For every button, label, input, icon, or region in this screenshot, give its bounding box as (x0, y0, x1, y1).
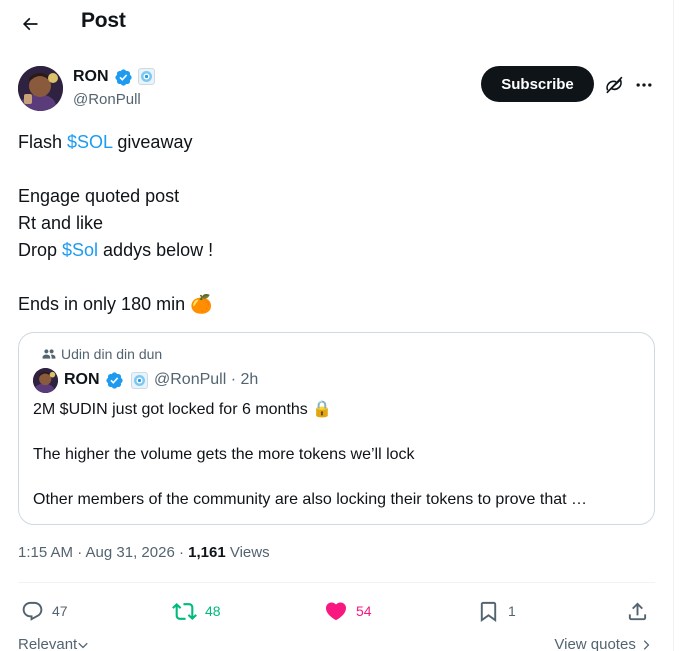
affiliate-badge-icon[interactable] (138, 68, 155, 85)
bookmark-icon (480, 601, 497, 622)
arrow-left-icon (22, 17, 38, 31)
share-icon (628, 601, 647, 620)
post-text-span: Rt and like (18, 213, 104, 233)
post-line (18, 264, 658, 291)
chevron-right-icon (643, 640, 650, 650)
post-line: Ends in only 180 min 🍊 (18, 291, 658, 318)
post-line: Drop $Sol addys below ! (18, 237, 658, 264)
share-button[interactable] (626, 596, 649, 626)
bookmark-count: 1 (508, 603, 516, 619)
page-title: Post (81, 9, 126, 32)
reply-icon (22, 601, 43, 621)
quoted-post[interactable]: Udin din din dun RON @RonPull · 2h 2M $U… (18, 332, 655, 525)
sort-relevant-dropdown[interactable]: Relevant (18, 636, 89, 651)
tangerine-emoji: 🍊 (190, 294, 213, 314)
back-button[interactable] (14, 8, 46, 40)
affiliate-badge-icon (131, 372, 148, 389)
chevron-down-icon (78, 642, 88, 649)
post-body: Flash $SOL giveaway Engage quoted post Rt … (18, 129, 658, 318)
repost-count: 48 (205, 603, 221, 619)
views-count: 1,161 (188, 544, 226, 561)
author-name[interactable]: RON (73, 68, 109, 86)
views-label: Views (225, 544, 270, 561)
column-border (673, 0, 674, 651)
reply-button[interactable]: 47 (21, 596, 68, 626)
post-author-row: RON @RonPull Subscribe (18, 66, 668, 114)
post-timestamp: 1:15 AM · Aug 31, 2026 · 1,161 Views (18, 544, 270, 561)
like-button[interactable]: 54 (324, 596, 372, 626)
timestamp-text[interactable]: 1:15 AM · Aug 31, 2026 · (18, 544, 188, 561)
verified-badge-icon (106, 372, 123, 389)
quoted-text: 2M $UDIN just got locked for 6 months 🔒 T… (33, 399, 643, 512)
post-line: Engage quoted post (18, 183, 658, 210)
reply-count: 47 (52, 603, 68, 619)
post-text-span: Flash (18, 132, 68, 152)
view-quotes-label: View quotes (554, 636, 636, 651)
quoted-line: Other members of the community are also … (33, 491, 588, 508)
author-handle[interactable]: @RonPull (73, 91, 141, 108)
post-text-span: Drop (18, 240, 63, 260)
post-line: Flash $SOL giveaway (18, 129, 658, 156)
subscribe-button[interactable]: Subscribe (481, 66, 594, 102)
post-line (18, 156, 658, 183)
cashtag-link[interactable]: $Sol (62, 240, 98, 260)
avatar[interactable] (18, 66, 63, 111)
heart-icon (325, 602, 347, 621)
community-icon (42, 349, 56, 359)
like-count: 54 (356, 603, 372, 619)
quoted-meta: @RonPull · 2h (154, 371, 259, 388)
post-text-span: Ends in only 180 min (18, 294, 191, 314)
community-name: Udin din din dun (61, 346, 163, 362)
grok-icon[interactable] (603, 74, 625, 96)
sort-label: Relevant (18, 636, 78, 651)
quoted-line: The higher the volume gets the more toke… (33, 446, 415, 463)
bookmark-button[interactable]: 1 (477, 596, 516, 626)
repost-button[interactable]: 48 (172, 596, 221, 626)
quoted-line (33, 467, 643, 490)
quoted-author-name: RON (64, 371, 100, 388)
verified-badge-icon (115, 69, 132, 86)
divider (18, 582, 655, 583)
quoted-line: 2M $UDIN just got locked for 6 months 🔒 (33, 401, 333, 418)
community-label[interactable]: Udin din din dun (42, 346, 162, 362)
page-header: Post (0, 0, 672, 46)
post-text-span: Engage quoted post (18, 186, 180, 206)
quoted-line (33, 422, 643, 445)
more-options-icon[interactable] (633, 74, 655, 96)
quoted-avatar[interactable] (33, 368, 58, 393)
post-text-span: addys below ! (98, 240, 214, 260)
repost-icon (172, 602, 197, 620)
view-quotes-link[interactable]: View quotes (554, 636, 652, 651)
post-text-span: giveaway (112, 132, 193, 152)
post-line: Rt and like (18, 210, 658, 237)
cashtag-link[interactable]: $SOL (67, 132, 112, 152)
replies-sort-row: Relevant View quotes (18, 636, 658, 651)
action-bar: 47 48 54 1 (18, 596, 658, 626)
